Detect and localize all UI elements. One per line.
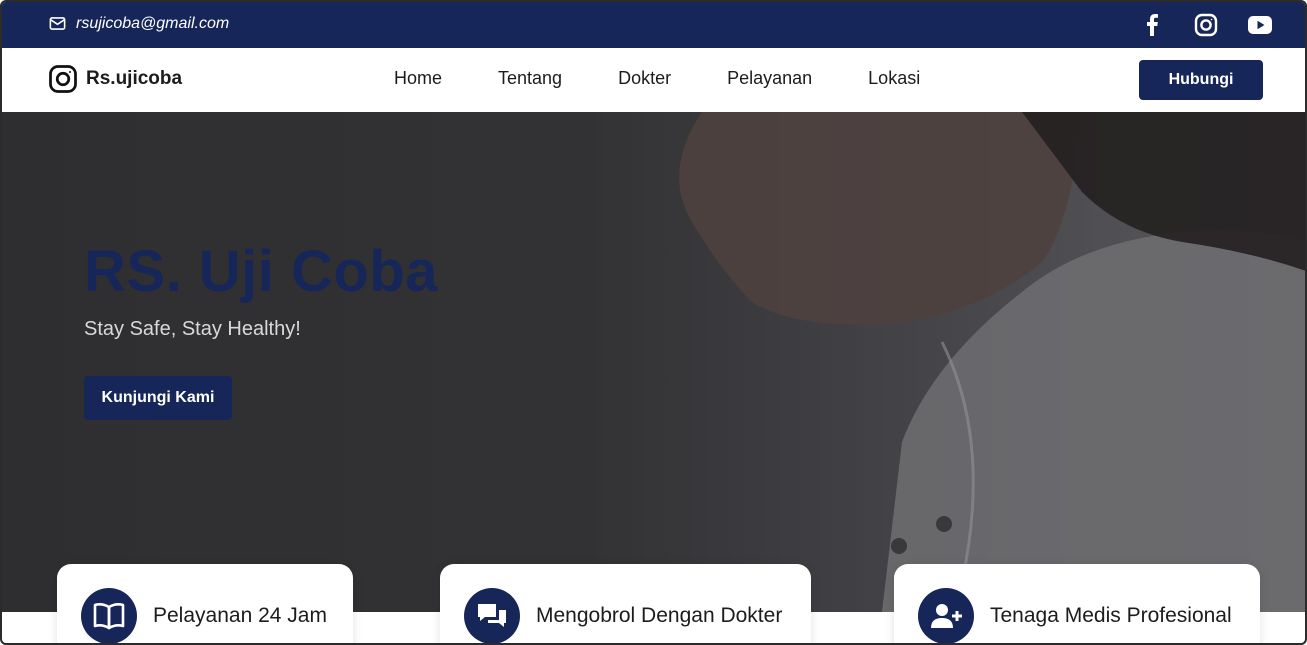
kunjungi-button[interactable]: Kunjungi Kami (84, 376, 232, 420)
chat-icon (464, 588, 520, 643)
brand[interactable]: Rs.ujicoba (48, 64, 182, 94)
book-icon (81, 588, 137, 643)
facebook-icon[interactable] (1139, 12, 1165, 38)
feature-card-24h[interactable]: Pelayanan 24 Jam (57, 564, 353, 643)
feature-label: Pelayanan 24 Jam (153, 604, 327, 627)
nav-dokter[interactable]: Dokter (618, 68, 671, 89)
hero-overlay (2, 112, 1305, 612)
browser-frame: rsujicoba@gmail.com Rs.ujicoba Home Tent… (0, 0, 1307, 645)
hubungi-button[interactable]: Hubungi (1139, 60, 1263, 100)
email-text: rsujicoba@gmail.com (76, 14, 230, 32)
nav-home[interactable]: Home (394, 68, 442, 89)
nav-lokasi[interactable]: Lokasi (868, 68, 920, 89)
mail-icon (49, 17, 66, 30)
hero-title: RS. Uji Coba (84, 239, 439, 304)
nav-menu: Home Tentang Dokter Pelayanan Lokasi (394, 68, 920, 89)
feature-card-chat[interactable]: Mengobrol Dengan Dokter (440, 564, 811, 643)
youtube-icon[interactable] (1247, 12, 1273, 38)
top-bar: rsujicoba@gmail.com (2, 2, 1305, 48)
user-plus-icon (918, 588, 974, 643)
feature-card-medic[interactable]: Tenaga Medis Profesional (894, 564, 1260, 643)
hero-subtitle: Stay Safe, Stay Healthy! (84, 318, 301, 340)
feature-label: Mengobrol Dengan Dokter (536, 604, 783, 627)
instagram-logo-icon (49, 65, 77, 93)
brand-name: Rs.ujicoba (86, 68, 183, 89)
email-contact[interactable]: rsujicoba@gmail.com (48, 14, 229, 33)
instagram-icon[interactable] (1193, 12, 1219, 38)
feature-label: Tenaga Medis Profesional (990, 604, 1232, 627)
hero-section: RS. Uji Coba Stay Safe, Stay Healthy! Ku… (2, 112, 1305, 612)
main-navbar: Rs.ujicoba Home Tentang Dokter Pelayanan… (2, 48, 1305, 112)
social-links (1139, 12, 1273, 38)
nav-pelayanan[interactable]: Pelayanan (727, 68, 812, 89)
nav-tentang[interactable]: Tentang (498, 68, 562, 89)
